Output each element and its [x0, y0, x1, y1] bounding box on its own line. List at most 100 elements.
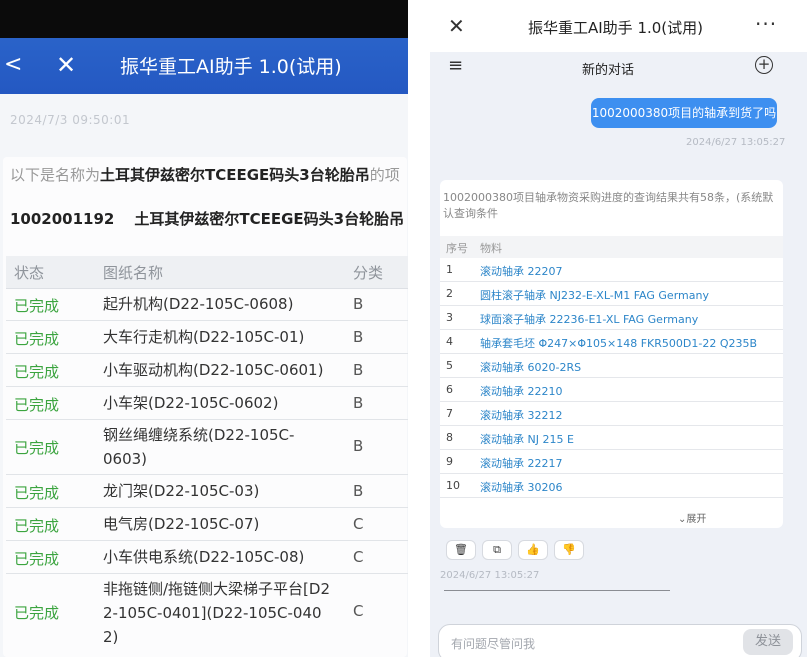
drawing-name: 大车行走机构(D22-105C-01) [103, 328, 305, 346]
app-header: < ✕ 振华重工AI助手 1.0(试用) [0, 38, 408, 94]
drawing-name: 非拖链侧/拖链侧大梁梯子平台[D22-105C-0401](D22-105C-0… [103, 580, 331, 646]
material-link[interactable]: 球面滚子轴承 22236-E1-XL FAG Germany [480, 311, 698, 327]
status-badge: 已完成 [14, 396, 60, 414]
material-link[interactable]: 圆柱滚子轴承 NJ232-E-XL-M1 FAG Germany [480, 287, 709, 303]
table-row: 已完成 非拖链侧/拖链侧大梁梯子平台[D22-105C-0401](D22-10… [6, 574, 408, 654]
table-row: 9 滚动轴承 22217 [440, 450, 783, 474]
table-row: 1 滚动轴承 22207 [440, 258, 783, 282]
status-badge: 已完成 [14, 330, 60, 348]
status-badge: 已完成 [14, 484, 60, 502]
material-link[interactable]: 滚动轴承 6020-2RS [480, 359, 581, 375]
drawing-name: 小车供电系统(D22-105C-08) [103, 548, 305, 566]
material-link[interactable]: 滚动轴承 NJ 215 E [480, 431, 574, 447]
row-index: 4 [446, 335, 453, 348]
more-icon[interactable]: ··· [755, 12, 777, 36]
material-link[interactable]: 滚动轴承 22210 [480, 383, 563, 399]
table-row: 已完成 小车架(D22-105C-0602) B [6, 387, 408, 420]
answer-timestamp: 2024/6/27 13:05:27 [440, 570, 540, 581]
chat-input[interactable]: 有问题尽管问我 [451, 635, 535, 652]
app-title: 振华重工AI助手 1.0(试用) [120, 56, 342, 78]
copy-icon[interactable]: ⧉ [482, 540, 512, 560]
menu-icon[interactable]: ≡ [448, 55, 463, 76]
close-icon[interactable]: ✕ [448, 14, 465, 38]
row-index: 1 [446, 263, 453, 276]
trash-icon[interactable]: 🗑 [446, 540, 476, 560]
status-badge: 已完成 [14, 363, 60, 381]
intro-project-name: 土耳其伊兹密尔TCEEGE码头3台轮胎吊 [100, 166, 370, 184]
row-index: 5 [446, 359, 453, 372]
user-message-bubble: 1002000380项目的轴承到货了吗 [591, 98, 777, 128]
app-title: 振华重工AI助手 1.0(试用) [528, 19, 704, 37]
table-row: 已完成 钢丝绳缠绕系统(D22-105C-0603) B [6, 420, 408, 475]
table-row: 已完成 小车驱动机构(D22-105C-0601) B [6, 354, 408, 387]
drawing-category: B [353, 328, 364, 346]
drawing-name: 起升机构(D22-105C-0608) [103, 295, 294, 313]
row-index: 7 [446, 407, 453, 420]
table-row: 已完成 大车行走机构(D22-105C-01) B [6, 321, 408, 354]
row-index: 10 [446, 479, 460, 492]
status-badge: 已完成 [14, 550, 60, 568]
left-screenshot-panel: < ✕ 振华重工AI助手 1.0(试用) 2024/7/3 09:50:01 以… [0, 0, 408, 657]
table-row: 已完成 龙门架(D22-105C-03) B [6, 475, 408, 508]
header-status: 状态 [14, 264, 45, 282]
material-link[interactable]: 滚动轴承 22207 [480, 263, 563, 279]
thumbs-up-icon[interactable]: 👍 [518, 540, 548, 560]
drawing-name: 电气房(D22-105C-07) [103, 515, 260, 533]
project-line: 1002001192 土耳其伊兹密尔TCEEGE码头3台轮胎吊 [10, 208, 404, 230]
intro-suffix: 的项 [369, 166, 400, 184]
intro-prefix: 以下是名称为 [10, 166, 101, 184]
chat-input-bar: 有问题尽管问我 发送 [438, 624, 802, 657]
table-row: 10 滚动轴承 30206 [440, 474, 783, 498]
row-index: 6 [446, 383, 453, 396]
drawing-name: 钢丝绳缠绕系统(D22-105C-0603) [103, 426, 295, 468]
drawing-name: 小车驱动机构(D22-105C-0601) [103, 361, 324, 379]
drawing-category: B [353, 361, 364, 379]
status-bar [0, 0, 408, 38]
header-drawing-name: 图纸名称 [103, 264, 164, 282]
header-material: 物料 [480, 242, 502, 255]
right-screenshot-panel: ✕ 振华重工AI助手 1.0(试用) ··· ≡ 新的对话 + 10020003… [430, 0, 807, 657]
status-badge: 已完成 [14, 604, 60, 622]
drawing-category: C [353, 602, 364, 620]
answer-intro: 以下是名称为土耳其伊兹密尔TCEEGE码头3台轮胎吊的项 [10, 165, 400, 185]
back-icon[interactable]: < [4, 52, 22, 78]
material-link[interactable]: 轴承套毛坯 Φ247×Φ105×148 FKR500D1-22 Q235B [480, 335, 757, 351]
close-icon[interactable]: ✕ [56, 52, 76, 78]
row-index: 8 [446, 431, 453, 444]
material-table-body: 1 滚动轴承 22207 2 圆柱滚子轴承 NJ232-E-XL-M1 FAG Ge… [440, 258, 783, 498]
message-timestamp: 2024/7/3 09:50:01 [10, 113, 131, 127]
drawing-category: C [353, 548, 364, 566]
material-link[interactable]: 滚动轴承 30206 [480, 479, 563, 495]
row-index: 3 [446, 311, 453, 324]
table-row: 3 球面滚子轴承 22236-E1-XL FAG Germany [440, 306, 783, 330]
drawing-name: 龙门架(D22-105C-03) [103, 482, 260, 500]
table-row: 4 轴承套毛坯 Φ247×Φ105×148 FKR500D1-22 Q235B [440, 330, 783, 354]
row-index: 2 [446, 287, 453, 300]
drawing-category: B [353, 394, 364, 412]
table-row: 已完成 小车供电系统(D22-105C-08) C [6, 541, 408, 574]
divider [444, 590, 670, 591]
header-category: 分类 [353, 264, 384, 282]
send-button[interactable]: 发送 [743, 629, 793, 655]
material-link[interactable]: 滚动轴承 32212 [480, 407, 563, 423]
new-chat-icon[interactable]: + [755, 56, 773, 74]
drawing-table-body: 已完成 起升机构(D22-105C-0608) B 已完成 大车行走机构(D22… [6, 289, 408, 654]
material-link[interactable]: 滚动轴承 22217 [480, 455, 563, 471]
user-message-timestamp: 2024/6/27 13:05:27 [686, 137, 786, 148]
drawing-category: B [353, 482, 364, 500]
project-code: 1002001192 [10, 210, 115, 228]
drawing-name: 小车架(D22-105C-0602) [103, 394, 279, 412]
table-row: 5 滚动轴承 6020-2RS [440, 354, 783, 378]
app-topbar: ✕ 振华重工AI助手 1.0(试用) ··· [430, 0, 807, 52]
table-row: 8 滚动轴承 NJ 215 E [440, 426, 783, 450]
table-row: 已完成 起升机构(D22-105C-0608) B [6, 289, 408, 321]
table-row: 2 圆柱滚子轴承 NJ232-E-XL-M1 FAG Germany [440, 282, 783, 306]
status-badge: 已完成 [14, 439, 60, 457]
conversation-title: 新的对话 [582, 63, 635, 78]
header-index: 序号 [446, 242, 468, 255]
table-row: 6 滚动轴承 22210 [440, 378, 783, 402]
project-name: 土耳其伊兹密尔TCEEGE码头3台轮胎吊 [134, 210, 405, 228]
thumbs-down-icon[interactable]: 👎 [554, 540, 584, 560]
drawing-category: C [353, 515, 364, 533]
expand-button[interactable]: ⌄展开 [678, 510, 706, 525]
